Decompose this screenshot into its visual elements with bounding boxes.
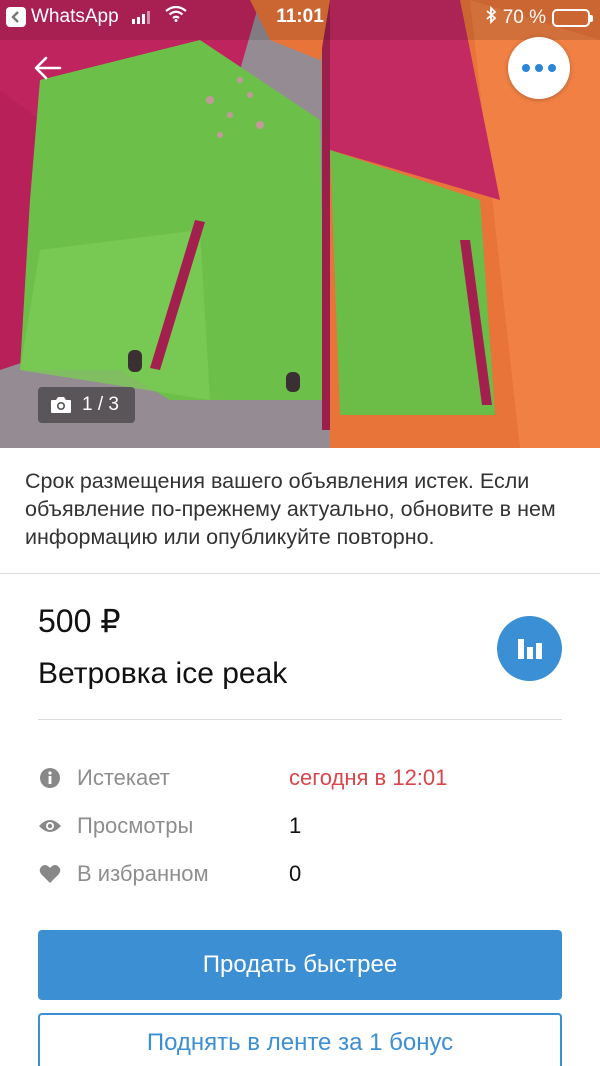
listing-title: Ветровка ice peak	[38, 657, 288, 690]
more-dots-icon	[522, 64, 530, 72]
expires-label: Истекает	[77, 765, 170, 790]
arrow-left-icon	[34, 56, 62, 80]
photo-counter-text: 1 / 3	[82, 394, 119, 415]
heart-icon	[38, 862, 62, 886]
listing-price: 500 ₽	[38, 603, 121, 639]
divider	[38, 719, 562, 720]
views-label: Просмотры	[77, 813, 194, 838]
battery-percent: 70 %	[502, 7, 546, 28]
views-value: 1	[289, 813, 302, 838]
bluetooth-icon	[485, 5, 497, 30]
meta-row-favorites: В избранном 0	[38, 859, 562, 889]
back-button[interactable]	[28, 48, 68, 88]
more-options-button[interactable]	[508, 37, 570, 99]
meta-row-views: Просмотры 1	[38, 811, 562, 841]
status-bar: WhatsApp 11:01 70 %	[0, 0, 600, 34]
boost-listing-button[interactable]: Поднять в ленте за 1 бонус	[38, 1013, 562, 1066]
favorites-value: 0	[289, 861, 302, 886]
divider	[0, 573, 600, 574]
camera-icon	[51, 397, 71, 413]
bar-chart-icon	[517, 638, 542, 659]
meta-row-expires: Истекает сегодня в 12:01	[38, 763, 562, 793]
sell-faster-button[interactable]: Продать быстрее	[38, 930, 562, 1000]
expires-value: сегодня в 12:01	[289, 765, 448, 790]
favorites-label: В избранном	[77, 861, 209, 886]
expired-notice: Срок размещения вашего объявления истек.…	[25, 469, 556, 549]
statistics-button[interactable]	[497, 616, 562, 681]
photo-counter: 1 / 3	[38, 387, 135, 423]
battery-icon	[552, 9, 593, 27]
info-icon	[38, 766, 62, 790]
eye-icon	[38, 814, 62, 838]
